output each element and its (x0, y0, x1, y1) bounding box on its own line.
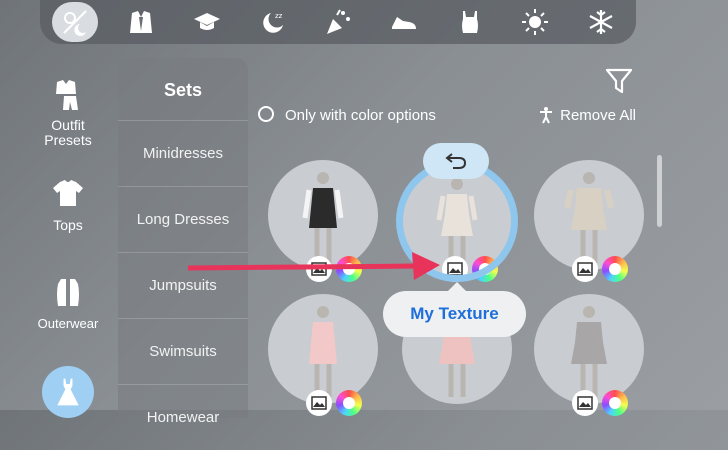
annotation-arrow (187, 252, 440, 280)
my-texture-tooltip[interactable]: My Texture (383, 291, 526, 337)
arrow-line (187, 263, 419, 271)
arrow-head (412, 252, 440, 280)
